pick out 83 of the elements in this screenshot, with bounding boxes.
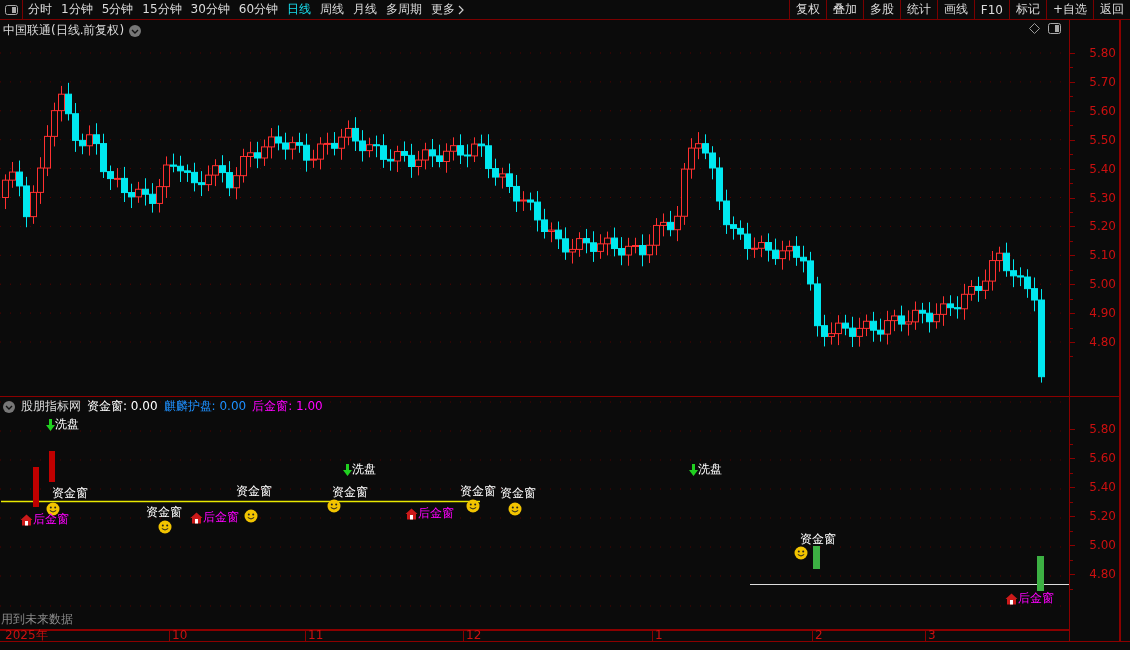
axis-label: 5.40 (1089, 161, 1116, 176)
period-tab[interactable]: 日线 (287, 1, 312, 18)
signal-label: 资金窗 (500, 485, 536, 502)
signal-label: 洗盘 (55, 416, 79, 433)
period-tab[interactable]: 月线 (353, 1, 378, 18)
axis-label: 5.20 (1089, 219, 1116, 234)
signal-label: 资金窗 (236, 483, 272, 500)
signal-label: 后金窗 (203, 509, 239, 526)
toolbar-button[interactable]: 复权 (788, 0, 826, 19)
smiley-icon (158, 520, 172, 534)
panel-toggle-icon[interactable] (4, 4, 18, 15)
smiley-icon (327, 499, 341, 513)
axis-label: 5.10 (1089, 248, 1116, 263)
warning-text: 用到未来数据 (1, 611, 73, 628)
date-label: 2 (815, 629, 823, 642)
axis-label: 5.30 (1089, 190, 1116, 205)
axis-label: 5.00 (1089, 277, 1116, 292)
signal-label: 资金窗 (332, 484, 368, 501)
period-tab[interactable]: 分时 (28, 1, 52, 18)
signal-label: 后金窗 (418, 505, 454, 522)
date-label: 11 (308, 629, 324, 642)
toolbar-button[interactable]: +自选 (1045, 0, 1093, 19)
date-label: 3 (928, 629, 936, 642)
axis-label: 5.40 (1089, 480, 1116, 494)
indicator-name: 股朋指标网 (21, 398, 81, 415)
house-icon (1005, 592, 1018, 605)
down-arrow-icon (46, 418, 55, 431)
axis-label: 4.90 (1089, 306, 1116, 321)
date-label: 1 (655, 629, 663, 642)
down-arrow-icon (689, 463, 698, 476)
period-tab[interactable]: 15分钟 (142, 1, 182, 18)
toolbar-button[interactable]: 叠加 (825, 0, 863, 19)
diamond-icon[interactable] (1029, 23, 1040, 34)
signal-label: 后金窗 (33, 511, 69, 528)
axis-label: 4.80 (1089, 567, 1116, 581)
more-menu[interactable]: 更多 (431, 1, 465, 18)
toolbar-button[interactable]: 返回 (1093, 0, 1130, 19)
down-arrow-icon (343, 463, 352, 476)
axis-label: 5.60 (1089, 103, 1116, 118)
signal-label: 资金窗 (460, 483, 496, 500)
indicator-value: 资金窗: 0.00 (87, 398, 158, 415)
date-label: 12 (466, 629, 482, 642)
house-icon (190, 511, 203, 524)
axis-label: 5.60 (1089, 451, 1116, 465)
period-tab[interactable]: 5分钟 (101, 1, 134, 18)
date-label: 10 (172, 629, 188, 642)
axis-label: 5.80 (1089, 422, 1116, 436)
signal-label: 洗盘 (352, 461, 376, 478)
toolbar-button[interactable]: F10 (973, 0, 1009, 19)
period-tab[interactable]: 多周期 (386, 1, 423, 18)
period-tab[interactable]: 1分钟 (61, 1, 93, 18)
signal-label: 洗盘 (698, 461, 722, 478)
house-icon (20, 513, 33, 526)
period-tab[interactable]: 60分钟 (238, 1, 279, 18)
toolbar-button[interactable]: 画线 (936, 0, 974, 19)
signal-label: 资金窗 (146, 504, 182, 521)
toolbar-button[interactable]: 标记 (1008, 0, 1046, 19)
axis-label: 5.50 (1089, 132, 1116, 147)
axis-label: 5.20 (1089, 509, 1116, 523)
panel-toggle-icon[interactable] (1048, 23, 1061, 34)
dropdown-icon[interactable] (129, 24, 142, 37)
date-label: 2025年 (5, 629, 48, 642)
indicator-value: 后金窗: 1.00 (252, 398, 323, 415)
signal-label: 资金窗 (800, 531, 836, 548)
dropdown-icon[interactable] (3, 400, 15, 413)
axis-label: 4.80 (1089, 335, 1116, 349)
smiley-icon (466, 499, 480, 513)
period-tab[interactable]: 30分钟 (190, 1, 230, 18)
axis-label: 5.80 (1089, 46, 1116, 60)
signal-label: 后金窗 (1018, 590, 1054, 607)
toolbar-button[interactable]: 多股 (862, 0, 900, 19)
axis-label: 5.70 (1089, 74, 1116, 89)
smiley-icon (794, 546, 808, 560)
chevron-right-icon (458, 4, 465, 15)
house-icon (405, 507, 418, 520)
chart-title: 中国联通(日线.前复权) (3, 22, 125, 39)
smiley-icon (244, 509, 258, 523)
toolbar-button[interactable]: 统计 (899, 0, 937, 19)
smiley-icon (508, 502, 522, 516)
axis-label: 5.00 (1089, 538, 1116, 552)
signal-label: 资金窗 (52, 485, 88, 502)
indicator-value: 麒麟护盘: 0.00 (163, 398, 247, 415)
period-tab[interactable]: 周线 (320, 1, 345, 18)
